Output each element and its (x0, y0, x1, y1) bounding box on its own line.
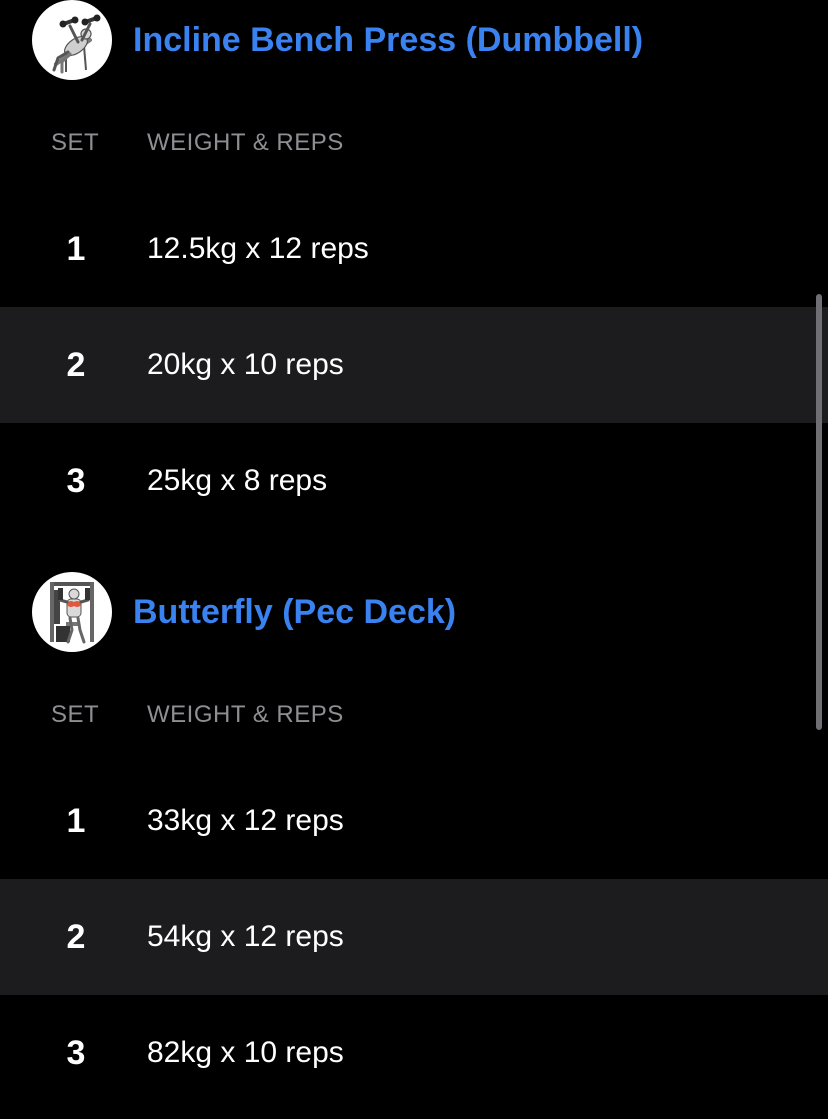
set-row: 3 82kg x 10 reps (0, 995, 828, 1119)
column-header: SET WEIGHT & REPS (0, 125, 828, 161)
set-number: 1 (66, 802, 86, 840)
set-number: 3 (66, 1034, 86, 1072)
column-header-weight-reps: WEIGHT & REPS (147, 129, 344, 156)
column-header-set: SET (51, 701, 100, 728)
exercise-title[interactable]: Butterfly (Pec Deck) (133, 590, 456, 634)
set-weight-reps: 82kg x 10 reps (147, 1036, 344, 1069)
set-weight-reps: 12.5kg x 12 reps (147, 232, 369, 265)
set-weight-reps: 20kg x 10 reps (147, 348, 344, 381)
set-weight-reps: 33kg x 12 reps (147, 804, 344, 837)
incline-bench-press-dumbbell-icon[interactable] (32, 0, 112, 80)
set-weight-reps: 54kg x 12 reps (147, 920, 344, 953)
exercise-title[interactable]: Incline Bench Press (Dumbbell) (133, 18, 643, 62)
set-number: 2 (66, 918, 86, 956)
exercise-header[interactable]: Incline Bench Press (Dumbbell) (0, 0, 828, 80)
column-header-set: SET (51, 129, 100, 156)
set-row: 3 25kg x 8 reps (0, 423, 828, 539)
set-row: 2 54kg x 12 reps (0, 879, 828, 995)
set-weight-reps: 25kg x 8 reps (147, 464, 328, 497)
column-header-weight-reps: WEIGHT & REPS (147, 701, 344, 728)
butterfly-pec-deck-icon[interactable] (32, 572, 112, 652)
set-row: 2 20kg x 10 reps (0, 307, 828, 423)
scrollbar[interactable] (816, 294, 822, 730)
set-number: 2 (66, 346, 86, 384)
set-row: 1 33kg x 12 reps (0, 763, 828, 879)
set-number: 1 (66, 230, 86, 268)
exercise-header[interactable]: Butterfly (Pec Deck) (0, 572, 828, 652)
column-header: SET WEIGHT & REPS (0, 697, 828, 733)
set-row: 1 12.5kg x 12 reps (0, 191, 828, 307)
set-number: 3 (66, 462, 86, 500)
